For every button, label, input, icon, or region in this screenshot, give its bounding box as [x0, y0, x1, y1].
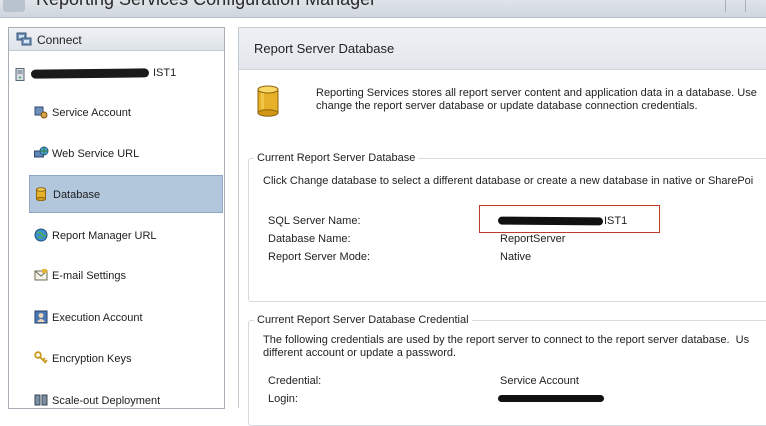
report-server-mode-value: Native: [500, 251, 532, 263]
nav-item-label: Scale-out Deployment: [52, 395, 161, 407]
nav-item-label: Encryption Keys: [52, 353, 132, 365]
database-credential-group: Current Report Server Database Credentia…: [248, 314, 766, 426]
nav-item-execution-account[interactable]: Execution Account: [29, 299, 223, 337]
current-database-instructions: Click Change database to select a differ…: [263, 175, 754, 187]
credential-instructions: The following credentials are used by th…: [263, 334, 750, 359]
email-icon: [34, 268, 48, 285]
window-titlebar: Reporting Services Configuration Manager: [0, 0, 766, 18]
nav-item-label: Database: [53, 189, 101, 201]
nav-item-label: Service Account: [52, 107, 131, 119]
connect-label: Connect: [37, 33, 82, 47]
minimize-button[interactable]: [725, 0, 740, 12]
nav-item-scale-out-deployment[interactable]: Scale-out Deployment: [29, 382, 223, 420]
nav-item-service-account[interactable]: Service Account: [29, 94, 223, 132]
redacted-login-value: [498, 395, 604, 402]
connect-icon: [16, 32, 32, 49]
nav-item-email-settings[interactable]: E-mail Settings: [29, 257, 223, 295]
page-header: Report Server Database: [239, 28, 766, 70]
nav-item-encryption-keys[interactable]: Encryption Keys: [29, 340, 223, 378]
login-label: Login:: [268, 393, 298, 405]
nav-item-report-manager-url[interactable]: Report Manager URL: [29, 217, 223, 255]
nav-item-label: Execution Account: [52, 312, 143, 324]
database-name-value: ReportServer: [500, 233, 566, 245]
connect-button[interactable]: Connect: [9, 28, 224, 51]
database-large-icon: [256, 85, 280, 120]
server-name-suffix: IST1: [153, 67, 177, 79]
server-instance-node[interactable]: IST1: [15, 66, 220, 82]
credential-label: Credential:: [268, 375, 322, 387]
database-icon: [35, 187, 47, 204]
redacted-sql-server-name: [497, 216, 604, 226]
page-title: Report Server Database: [254, 41, 395, 56]
web-service-url-icon: [34, 146, 49, 163]
nav-item-label: Web Service URL: [52, 148, 140, 160]
nav-item-label: E-mail Settings: [52, 270, 126, 282]
sql-server-name-label: SQL Server Name:: [268, 215, 361, 227]
sql-server-name-suffix: IST1: [604, 215, 628, 227]
keys-icon: [34, 351, 48, 368]
globe-icon: [34, 228, 48, 245]
report-server-mode-label: Report Server Mode:: [268, 251, 371, 263]
maximize-button[interactable]: [745, 0, 760, 12]
intro-text: Reporting Services stores all report ser…: [316, 87, 757, 112]
credential-value: Service Account: [500, 375, 579, 387]
execution-account-icon: [34, 310, 48, 327]
nav-item-label: Report Manager URL: [52, 230, 157, 242]
nav-item-web-service-url[interactable]: Web Service URL: [29, 135, 223, 173]
database-name-label: Database Name:: [268, 233, 351, 245]
navigation-panel: Connect IST1 Service Account Web Service…: [8, 27, 225, 409]
window-menu-icon[interactable]: [3, 0, 25, 12]
window-title: Reporting Services Configuration Manager: [36, 0, 376, 10]
database-credential-legend: Current Report Server Database Credentia…: [257, 314, 469, 326]
current-database-legend: Current Report Server Database: [257, 152, 416, 164]
nav-item-database[interactable]: Database: [29, 175, 223, 213]
service-account-icon: [34, 105, 48, 122]
server-icon: [15, 68, 25, 84]
redacted-server-name: [30, 68, 150, 79]
